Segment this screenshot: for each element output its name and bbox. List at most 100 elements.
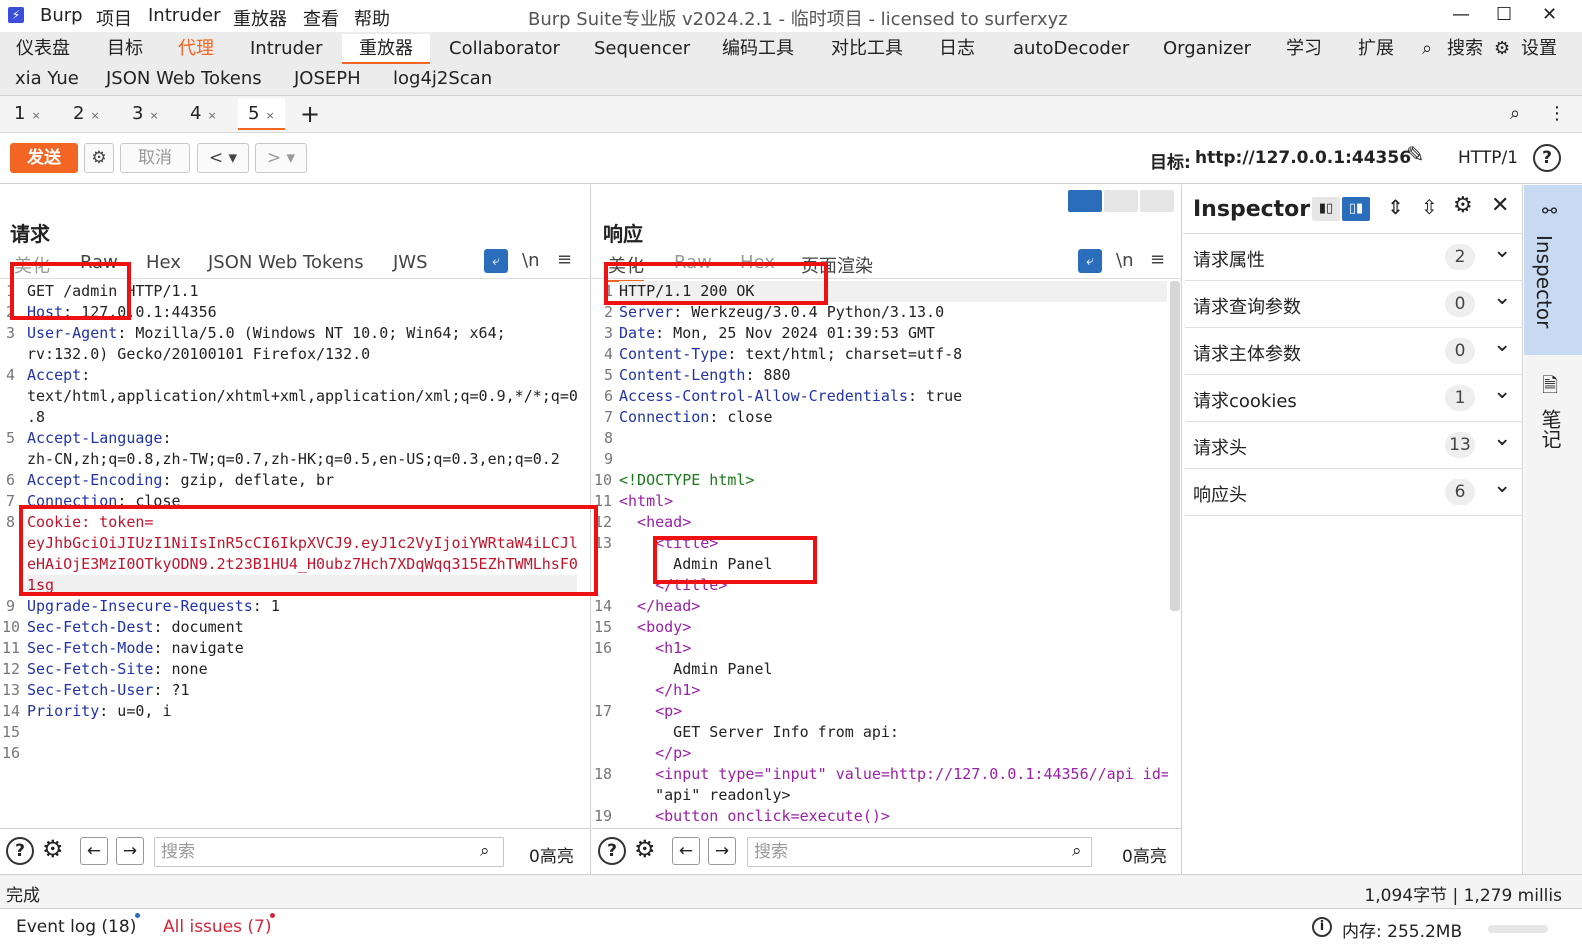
close-tab-icon[interactable]: × bbox=[207, 109, 216, 122]
inspector-section[interactable]: 请求查询参数 0 ⌄ bbox=[1185, 281, 1523, 328]
chevron-down-icon[interactable]: ⌄ bbox=[1493, 379, 1511, 404]
request-tab-hex[interactable]: Hex bbox=[146, 252, 181, 273]
layout-split-icon[interactable] bbox=[1068, 190, 1102, 212]
repeater-tab-5[interactable]: 5 × bbox=[238, 98, 285, 130]
gear-icon[interactable]: ⚙ bbox=[42, 835, 64, 863]
wrap-icon[interactable]: ⤶ bbox=[484, 249, 508, 273]
response-search-input[interactable]: 搜索 bbox=[747, 837, 1092, 867]
menu-icon[interactable]: ≡ bbox=[1150, 249, 1165, 270]
tab-organizer[interactable]: Organizer bbox=[1163, 34, 1251, 64]
collapse-all-icon[interactable]: ⇳ bbox=[1421, 195, 1438, 219]
close-tab-icon[interactable]: × bbox=[31, 109, 40, 122]
minimize-icon[interactable]: — bbox=[1452, 4, 1470, 25]
request-tab-jwt[interactable]: JSON Web Tokens bbox=[208, 252, 364, 273]
menu-help[interactable]: 帮助 bbox=[354, 5, 390, 31]
expand-all-icon[interactable]: ⇕ bbox=[1387, 195, 1404, 219]
repeater-tab-bar: 1 × 2 × 3 × 4 × 5 × + ⌕ ⋮ bbox=[0, 96, 1582, 133]
help-icon[interactable]: ? bbox=[6, 837, 34, 865]
search-icon[interactable]: ⌕ bbox=[1422, 34, 1432, 64]
repeater-tab-1[interactable]: 1 × bbox=[14, 98, 41, 130]
prev-match-icon[interactable]: ← bbox=[672, 837, 700, 865]
gear-icon[interactable]: ⚙ bbox=[84, 143, 114, 173]
tab-learn[interactable]: 学习 bbox=[1286, 34, 1322, 64]
menu-view[interactable]: 查看 bbox=[303, 5, 339, 31]
request-search-input[interactable]: 搜索 bbox=[154, 837, 504, 867]
close-tab-icon[interactable]: × bbox=[149, 109, 158, 122]
request-search-bar: ? ⚙ ← → 搜索 ⌕ 0高亮 bbox=[0, 828, 591, 874]
layout-list-icon[interactable]: ▮▯ bbox=[1312, 197, 1340, 221]
next-match-icon[interactable]: → bbox=[708, 837, 736, 865]
menu-burp[interactable]: Burp bbox=[40, 5, 83, 26]
chevron-down-icon[interactable]: ⌄ bbox=[1493, 473, 1511, 498]
edit-icon[interactable]: ✎ bbox=[1406, 143, 1424, 168]
tab-repeater[interactable]: 重放器 bbox=[342, 34, 430, 64]
close-icon[interactable]: ✕ bbox=[1491, 193, 1509, 218]
chevron-down-icon[interactable]: ⌄ bbox=[1493, 285, 1511, 310]
close-tab-icon[interactable]: × bbox=[90, 109, 99, 122]
all-issues-link[interactable]: All issues (7) bbox=[163, 917, 272, 937]
menu-intruder[interactable]: Intruder bbox=[148, 5, 220, 26]
chevron-down-icon[interactable]: ⌄ bbox=[1493, 238, 1511, 263]
protocol-label[interactable]: HTTP/1 bbox=[1458, 148, 1518, 168]
event-log-link[interactable]: Event log (18) bbox=[16, 917, 136, 937]
chevron-down-icon[interactable]: ⌄ bbox=[1493, 426, 1511, 451]
tab-intruder[interactable]: Intruder bbox=[250, 34, 322, 64]
tab-target[interactable]: 目标 bbox=[107, 34, 143, 64]
tab-autodecoder[interactable]: autoDecoder bbox=[1013, 34, 1129, 64]
close-window-icon[interactable]: ✕ bbox=[1542, 4, 1557, 25]
wrap-icon[interactable]: ⤶ bbox=[1078, 249, 1102, 273]
cancel-button[interactable]: 取消 bbox=[120, 143, 190, 173]
inspector-section[interactable]: 响应头 6 ⌄ bbox=[1185, 469, 1523, 516]
tab-dashboard[interactable]: 仪表盘 bbox=[16, 34, 70, 64]
response-scrollbar[interactable] bbox=[1170, 281, 1180, 611]
request-tab-jws[interactable]: JWS bbox=[393, 252, 428, 273]
tab-xia-yue[interactable]: xia Yue bbox=[15, 64, 79, 94]
tab-sequencer[interactable]: Sequencer bbox=[594, 34, 690, 64]
newline-toggle[interactable]: \n bbox=[522, 250, 539, 271]
tab-collaborator[interactable]: Collaborator bbox=[449, 34, 560, 64]
close-tab-icon[interactable]: × bbox=[265, 109, 274, 122]
gear-icon[interactable]: ⚙ bbox=[1494, 34, 1510, 64]
side-tab-notes[interactable]: 🗎 笔记 bbox=[1524, 365, 1582, 465]
layout-horizontal-icon[interactable] bbox=[1104, 190, 1138, 212]
send-button[interactable]: 发送 bbox=[10, 143, 78, 173]
search-label[interactable]: 搜索 bbox=[1447, 34, 1483, 64]
layout-grid-icon[interactable]: ▯▮ bbox=[1342, 197, 1370, 221]
tab-proxy[interactable]: 代理 bbox=[178, 34, 214, 64]
gear-icon[interactable]: ⚙ bbox=[634, 835, 656, 863]
chevron-down-icon[interactable]: ⌄ bbox=[1493, 332, 1511, 357]
tab-extensions[interactable]: 扩展 bbox=[1358, 34, 1394, 64]
menu-icon[interactable]: ≡ bbox=[557, 249, 572, 270]
inspector-section[interactable]: 请求cookies 1 ⌄ bbox=[1185, 375, 1523, 422]
add-tab-icon[interactable]: + bbox=[300, 98, 320, 130]
search-icon[interactable]: ⌕ bbox=[1510, 98, 1520, 130]
repeater-tab-4[interactable]: 4 × bbox=[190, 98, 217, 130]
header-value: : document bbox=[153, 618, 244, 636]
prev-match-icon[interactable]: ← bbox=[80, 837, 108, 865]
repeater-tab-2[interactable]: 2 × bbox=[73, 98, 100, 130]
tab-json-web-tokens[interactable]: JSON Web Tokens bbox=[106, 64, 262, 94]
side-tab-inspector[interactable]: ⚯ Inspector bbox=[1524, 185, 1582, 355]
next-match-icon[interactable]: → bbox=[116, 837, 144, 865]
gear-icon[interactable]: ⚙ bbox=[1453, 193, 1473, 218]
forward-button[interactable]: > ▾ bbox=[255, 143, 307, 173]
menu-repeater[interactable]: 重放器 bbox=[233, 5, 287, 31]
inspector-section[interactable]: 请求头 13 ⌄ bbox=[1185, 422, 1523, 469]
settings-label[interactable]: 设置 bbox=[1521, 34, 1557, 64]
newline-toggle[interactable]: \n bbox=[1116, 250, 1133, 271]
inspector-section[interactable]: 请求属性 2 ⌄ bbox=[1185, 234, 1523, 281]
maximize-icon[interactable]: ☐ bbox=[1496, 4, 1512, 25]
help-icon[interactable]: ? bbox=[598, 837, 626, 865]
tab-logger[interactable]: 日志 bbox=[939, 34, 975, 64]
tab-comparer[interactable]: 对比工具 bbox=[831, 34, 903, 64]
inspector-section[interactable]: 请求主体参数 0 ⌄ bbox=[1185, 328, 1523, 375]
layout-tabs-icon[interactable] bbox=[1140, 190, 1174, 212]
tab-log4j2scan[interactable]: log4j2Scan bbox=[393, 64, 492, 94]
more-icon[interactable]: ⋮ bbox=[1548, 98, 1566, 130]
tab-joseph[interactable]: JOSEPH bbox=[294, 64, 361, 94]
repeater-tab-3[interactable]: 3 × bbox=[132, 98, 159, 130]
help-icon[interactable]: ? bbox=[1533, 144, 1561, 172]
menu-project[interactable]: 项目 bbox=[96, 5, 132, 31]
tab-decoder[interactable]: 编码工具 bbox=[722, 34, 794, 64]
back-button[interactable]: < ▾ bbox=[197, 143, 249, 173]
